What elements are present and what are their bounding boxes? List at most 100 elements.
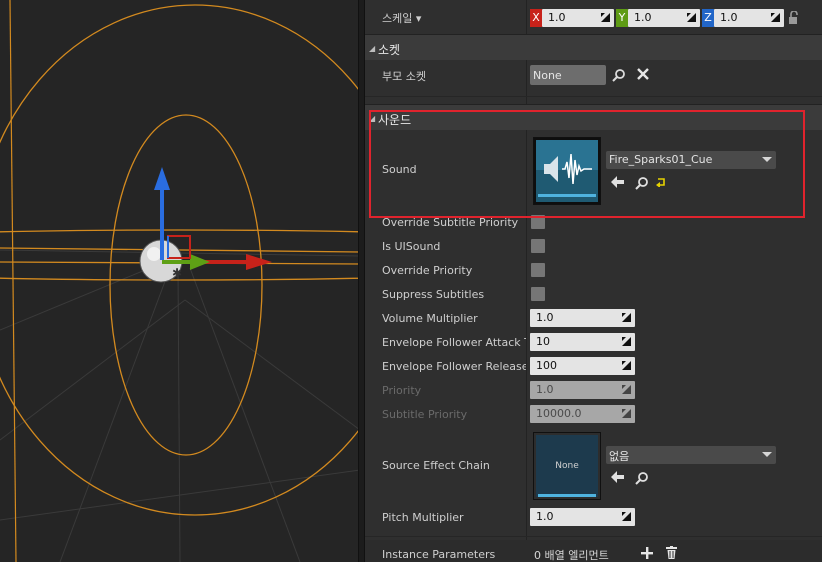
property-value: 10 [536,335,550,348]
section-separator [365,536,822,537]
collapse-arrow-icon: ◢ [369,44,376,53]
property-label: Override Priority [382,264,473,277]
browse-icon[interactable] [635,471,649,485]
property-checkbox[interactable] [531,287,545,301]
chevron-down-icon [762,452,772,457]
source-effect-combo[interactable]: 없음 [606,446,776,464]
property-checkbox[interactable] [531,263,545,277]
scale-x-input[interactable]: 1.0 [542,9,614,27]
parent-socket-value: None [533,69,562,82]
property-number-input[interactable]: 10 [530,333,635,351]
viewport-scene: ✱ [0,0,360,562]
pitch-multiplier-label: Pitch Multiplier [382,511,464,524]
property-row: Envelope Follower Release T 100 [365,354,822,378]
drag-grip-icon [771,13,780,22]
property-label: Envelope Follower Release T [382,360,526,373]
drag-grip-icon [622,337,631,346]
scale-y-input[interactable]: 1.0 [628,9,700,27]
property-label: Volume Multiplier [382,312,478,325]
drag-grip-icon [601,13,610,22]
property-number-input: 1.0 [530,381,635,399]
property-row: Override Priority [365,258,822,282]
property-label: Envelope Follower Attack Tim [382,336,526,349]
property-label: Priority [382,384,422,397]
drag-grip-icon [687,13,696,22]
category-socket-title: 소켓 [378,43,401,57]
svg-text:✱: ✱ [172,266,182,280]
instance-parameters-count: 0 배열 엘리먼트 [534,549,609,562]
scale-row: 스케일 ▾ X 1.0 Y 1.0 Z 1.0 [365,0,822,34]
panel-splitter[interactable] [358,0,365,562]
property-value: 1.0 [536,311,554,324]
search-icon[interactable] [612,68,626,82]
use-selected-icon[interactable] [611,471,625,483]
property-label: Is UISound [382,240,441,253]
lock-icon[interactable] [788,11,800,25]
property-checkbox[interactable] [531,215,545,229]
instance-parameters-label: Instance Parameters [382,548,496,561]
drag-grip-icon [622,409,631,418]
parent-socket-row: 부모 소켓 None [365,60,822,90]
drag-grip-icon [622,361,631,370]
scale-z-input[interactable]: 1.0 [714,9,784,27]
sound-asset-row: Sound Fire_Sparks01_Cue [365,130,822,210]
sound-label: Sound [382,163,417,176]
level-viewport[interactable]: ✱ [0,0,360,562]
category-sound-title: 사운드 [378,113,412,127]
property-value: 10000.0 [536,407,582,420]
drag-grip-icon [622,512,631,521]
category-sound[interactable]: ◢ 사운드 [365,104,822,130]
pitch-multiplier-row: Pitch Multiplier 1.0 [365,505,822,529]
property-row: Envelope Follower Attack Tim 10 [365,330,822,354]
sound-asset-thumbnail[interactable] [533,137,601,205]
property-value: 1.0 [536,383,554,396]
x-axis-badge: X [530,9,542,27]
property-row: Override Subtitle Priority [365,210,822,234]
scale-x-value: 1.0 [548,11,566,24]
parent-socket-field[interactable]: None [530,65,606,85]
property-row: Priority 1.0 [365,378,822,402]
property-label: Override Subtitle Priority [382,216,519,229]
source-effect-thumbnail[interactable]: None [533,432,601,500]
property-value: 100 [536,359,557,372]
speaker-icon [536,140,598,202]
section-separator [365,96,822,97]
details-panel: 스케일 ▾ X 1.0 Y 1.0 Z 1.0 ◢ 소켓 부모 소켓 None [365,0,822,562]
source-effect-value: 없음 [609,450,630,463]
property-number-input[interactable]: 100 [530,357,635,375]
thumbnail-bar [538,494,596,497]
drag-grip-icon [622,313,631,322]
sound-asset-combo[interactable]: Fire_Sparks01_Cue [606,151,776,169]
scale-y-value: 1.0 [634,11,652,24]
sound-asset-value: Fire_Sparks01_Cue [609,153,713,166]
y-axis-badge: Y [616,9,628,27]
pitch-multiplier-value: 1.0 [536,510,554,523]
instance-parameters-row: Instance Parameters 0 배열 엘리먼트 [365,540,822,562]
property-number-input[interactable]: 1.0 [530,309,635,327]
property-label: Suppress Subtitles [382,288,485,301]
property-label: Subtitle Priority [382,408,468,421]
pitch-multiplier-input[interactable]: 1.0 [530,508,635,526]
delete-icon[interactable] [666,546,677,559]
drag-grip-icon [622,385,631,394]
collapse-arrow-icon: ◢ [369,114,376,123]
source-effect-row: Source Effect Chain None 없음 [365,428,822,504]
clear-icon[interactable] [637,68,649,80]
source-effect-label: Source Effect Chain [382,459,490,472]
add-icon[interactable] [641,547,653,559]
category-socket[interactable]: ◢ 소켓 [365,34,822,60]
browse-icon[interactable] [635,176,649,190]
z-axis-badge: Z [702,9,714,27]
reset-icon[interactable] [656,177,666,187]
use-selected-icon[interactable] [611,176,625,188]
property-number-input: 10000.0 [530,405,635,423]
parent-socket-label: 부모 소켓 [382,70,426,83]
property-row: Subtitle Priority 10000.0 [365,402,822,426]
chevron-down-icon [762,157,772,162]
property-row: Suppress Subtitles [365,282,822,306]
source-effect-thumb-text: None [555,461,579,471]
property-row: Volume Multiplier 1.0 [365,306,822,330]
property-row: Is UISound [365,234,822,258]
scale-label[interactable]: 스케일 ▾ [382,10,526,26]
property-checkbox[interactable] [531,239,545,253]
